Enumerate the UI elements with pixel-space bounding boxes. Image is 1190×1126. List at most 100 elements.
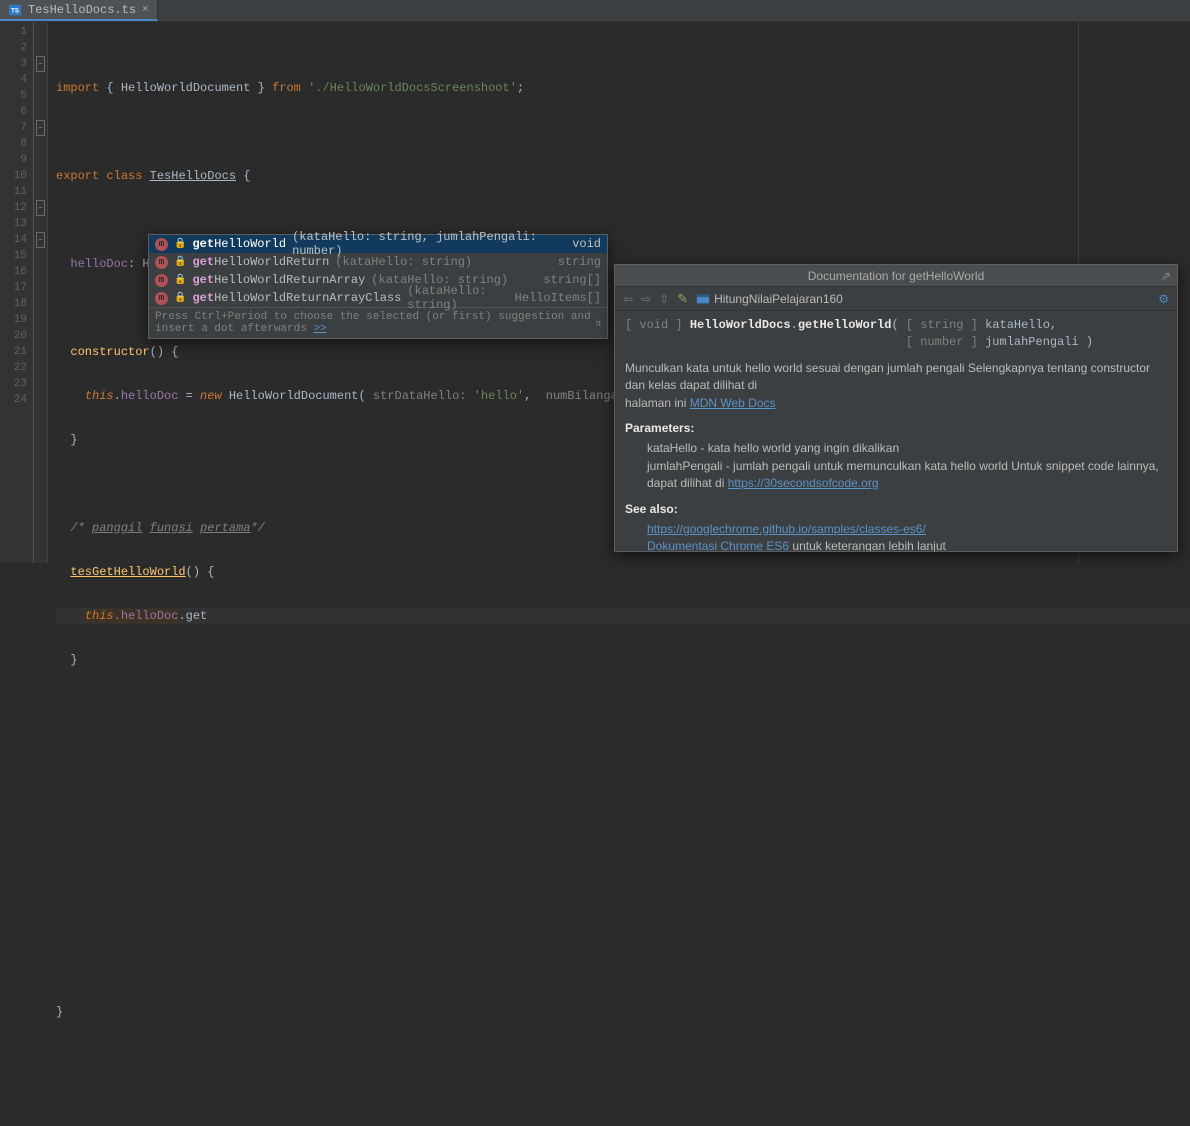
editor-tab[interactable]: TS TesHelloDocs.ts × (0, 0, 158, 21)
line-number: 12 (0, 200, 33, 216)
method-icon: m (155, 274, 168, 287)
fold-gutter: − − − − (34, 22, 48, 563)
doc-seealso-link-1[interactable]: https://googlechrome.github.io/samples/c… (647, 522, 926, 536)
autocomplete-list: m🔒getHelloWorld(kataHello: string, jumla… (149, 235, 607, 307)
line-number: 17 (0, 280, 33, 296)
doc-seealso-tail: untuk keterangan lebih lanjut (789, 539, 946, 551)
doc-link-30s[interactable]: https://30secondsofcode.org (728, 476, 879, 490)
method-icon: m (155, 292, 168, 305)
doc-seealso-heading: See also: (625, 501, 1167, 518)
doc-back-icon[interactable]: ⇦ (623, 292, 633, 306)
autocomplete-item[interactable]: m🔒getHelloWorldReturnArray(kataHello: st… (149, 271, 607, 289)
tab-bar: TS TesHelloDocs.ts × (0, 0, 1190, 22)
line-number: 4 (0, 72, 33, 88)
lock-icon: 🔒 (174, 256, 186, 268)
documentation-panel: Documentation for getHelloWorld ⇗ ⇦ ⇨ ⇧ … (614, 264, 1178, 552)
autocomplete-label: getHelloWorldReturnArrayClass (192, 291, 401, 305)
doc-project-name: HitungNilaiPelajaran160 (714, 292, 843, 306)
tab-filename: TesHelloDocs.ts (28, 3, 136, 17)
autocomplete-signature: (kataHello: string) (407, 284, 508, 312)
pi-icon[interactable]: π (595, 317, 601, 329)
pin-icon[interactable]: ⇗ (1161, 269, 1171, 283)
autocomplete-return-type: HelloItems[] (515, 291, 601, 305)
fold-slot (34, 24, 47, 40)
line-number: 18 (0, 296, 33, 312)
doc-body[interactable]: [ void ] HelloWorldDocs.getHelloWorld( [… (615, 311, 1177, 551)
fold-slot (34, 328, 47, 344)
fold-toggle-icon[interactable]: − (36, 56, 45, 72)
tab-close-icon[interactable]: × (142, 4, 149, 16)
line-number: 10 (0, 168, 33, 184)
fold-slot (34, 248, 47, 264)
line-number: 24 (0, 392, 33, 408)
autocomplete-label: getHelloWorldReturn (192, 255, 329, 269)
autocomplete-hint-text: Press Ctrl+Period to choose the selected… (155, 311, 591, 335)
fold-slot (34, 136, 47, 152)
fold-toggle-icon[interactable]: − (36, 232, 45, 248)
autocomplete-hint-link[interactable]: >> (313, 323, 326, 335)
fold-slot (34, 264, 47, 280)
line-number: 16 (0, 264, 33, 280)
fold-slot (34, 72, 47, 88)
line-number: 11 (0, 184, 33, 200)
fold-toggle-icon[interactable]: − (36, 200, 45, 216)
line-number: 21 (0, 344, 33, 360)
fold-slot (34, 280, 47, 296)
line-number: 3 (0, 56, 33, 72)
doc-param-2: jumlahPengali - jumlah pengali untuk mem… (625, 458, 1167, 493)
doc-forward-icon[interactable]: ⇨ (641, 292, 651, 306)
fold-slot (34, 168, 47, 184)
doc-signature: [ void ] HelloWorldDocs.getHelloWorld( [… (625, 317, 1167, 352)
fold-slot (34, 296, 47, 312)
line-number: 1 (0, 24, 33, 40)
doc-seealso-link-2[interactable]: Dokumentasi Chrome ES6 (647, 539, 789, 551)
autocomplete-return-type: string[] (543, 273, 601, 287)
fold-slot (34, 88, 47, 104)
line-number: 23 (0, 376, 33, 392)
line-number-gutter: 123456789101112131415161718192021222324 (0, 22, 34, 563)
typescript-file-icon: TS (8, 3, 22, 17)
lock-icon: 🔒 (174, 238, 186, 250)
fold-slot (34, 216, 47, 232)
fold-slot (34, 40, 47, 56)
fold-slot: − (34, 232, 47, 248)
doc-parameters-heading: Parameters: (625, 420, 1167, 437)
doc-param-1: kataHello - kata hello world yang ingin … (625, 440, 1167, 457)
fold-slot (34, 360, 47, 376)
fold-slot (34, 104, 47, 120)
fold-slot (34, 152, 47, 168)
line-number: 20 (0, 328, 33, 344)
autocomplete-item[interactable]: m 🔒 getHelloWorldReturn (kataHello: string)… (149, 253, 607, 271)
fold-slot (34, 184, 47, 200)
autocomplete-signature: (kataHello: string) (335, 255, 552, 269)
fold-slot (34, 344, 47, 360)
doc-title-text: Documentation for getHelloWorld (808, 269, 985, 283)
doc-up-icon[interactable]: ⇧ (659, 292, 669, 306)
fold-toggle-icon[interactable]: − (36, 120, 45, 136)
autocomplete-item[interactable]: m🔒getHelloWorld(kataHello: string, jumla… (149, 235, 607, 253)
fold-slot (34, 376, 47, 392)
autocomplete-return-type: void (572, 237, 601, 251)
line-number: 19 (0, 312, 33, 328)
autocomplete-label: getHelloWorld (192, 237, 286, 251)
autocomplete-item[interactable]: m🔒getHelloWorldReturnArrayClass(kataHell… (149, 289, 607, 307)
doc-edit-icon[interactable]: ✎ (677, 291, 688, 307)
line-number: 8 (0, 136, 33, 152)
line-number: 5 (0, 88, 33, 104)
method-icon: m (155, 256, 168, 269)
doc-project-chip[interactable]: HitungNilaiPelajaran160 (696, 292, 843, 306)
line-number: 7 (0, 120, 33, 136)
gear-icon[interactable]: ⚙ (1158, 292, 1169, 306)
doc-titlebar: Documentation for getHelloWorld ⇗ (615, 265, 1177, 287)
doc-toolbar: ⇦ ⇨ ⇧ ✎ HitungNilaiPelajaran160 ⚙ (615, 287, 1177, 311)
autocomplete-return-type: string (558, 255, 601, 269)
module-icon (696, 292, 710, 306)
fold-slot: − (34, 56, 47, 72)
line-number: 13 (0, 216, 33, 232)
lock-icon: 🔒 (174, 292, 186, 304)
autocomplete-label: getHelloWorldReturnArray (192, 273, 365, 287)
doc-link-mdn[interactable]: MDN Web Docs (690, 396, 776, 410)
fold-slot (34, 392, 47, 408)
line-number: 9 (0, 152, 33, 168)
method-icon: m (155, 238, 168, 251)
